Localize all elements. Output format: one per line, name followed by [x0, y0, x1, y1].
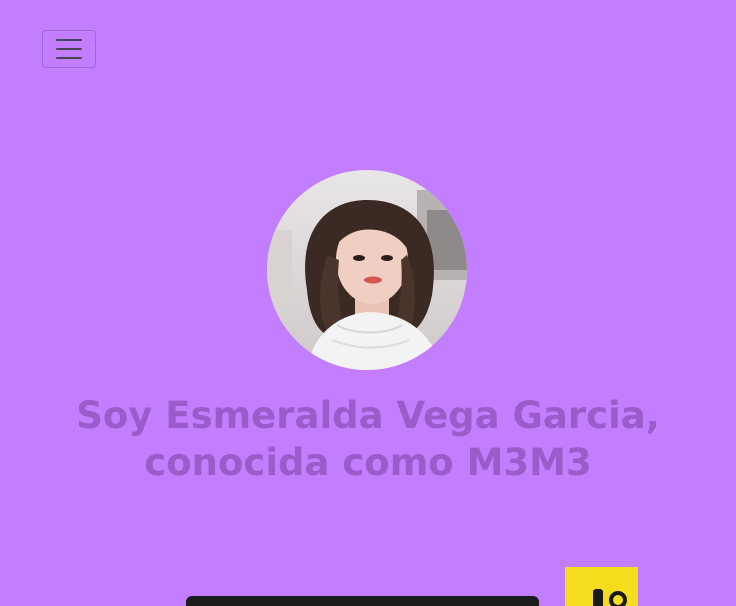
hamburger-icon — [56, 39, 82, 59]
javascript-logo-icon — [565, 567, 638, 606]
navbar-toggle-button[interactable] — [42, 30, 96, 68]
laptop-image — [186, 596, 539, 606]
hero-title-line2: conocida como M3M3 — [144, 441, 592, 484]
hero-title-line1: Soy Esmeralda Vega Garcia, — [76, 394, 660, 437]
hero-title: Soy Esmeralda Vega Garcia, conocida como… — [40, 392, 696, 486]
avatar — [267, 170, 467, 370]
